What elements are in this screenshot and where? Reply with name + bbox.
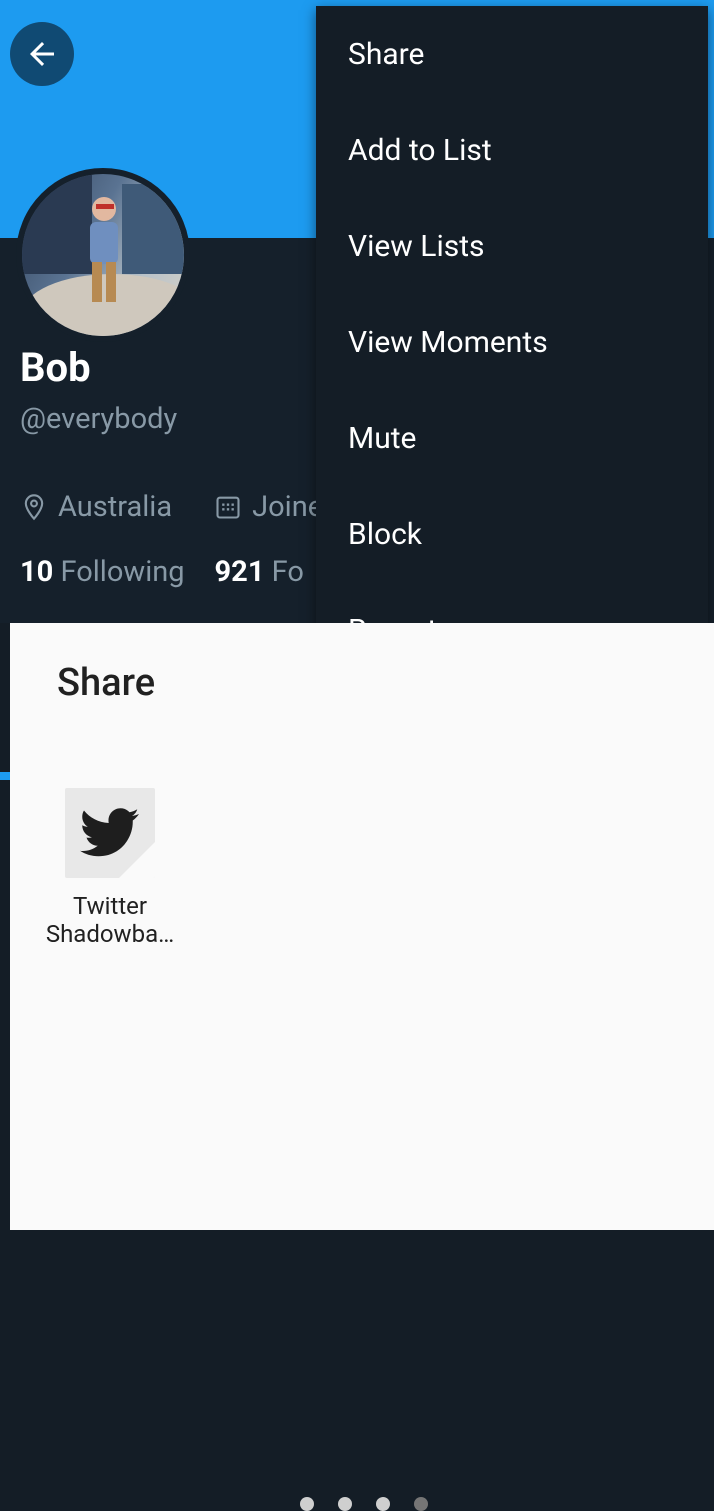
back-button[interactable]	[10, 22, 74, 86]
location-pin-icon	[24, 494, 44, 521]
share-sheet-title: Share	[57, 661, 156, 705]
background-tab-indicator	[0, 772, 10, 780]
profile-handle: @everybody	[20, 402, 178, 436]
page-dot-active[interactable]	[414, 1497, 428, 1511]
follow-stats: 10 Following 921 Fo	[20, 555, 304, 589]
avatar[interactable]	[16, 168, 190, 342]
following-link[interactable]: 10 Following	[20, 555, 185, 589]
arrow-left-icon	[30, 42, 54, 66]
app-label: Twitter Shadowba…	[45, 892, 175, 948]
share-target-twitter-shadowban[interactable]: Twitter Shadowba…	[38, 788, 182, 948]
avatar-image	[22, 174, 184, 336]
menu-item-share[interactable]: Share	[316, 6, 708, 102]
profile-meta: Australia Joined	[20, 490, 339, 524]
menu-item-view-moments[interactable]: View Moments	[316, 294, 708, 390]
followers-link[interactable]: 921 Fo	[215, 555, 304, 589]
app-icon	[65, 788, 155, 878]
menu-item-add-to-list[interactable]: Add to List	[316, 102, 708, 198]
page-dot[interactable]	[338, 1497, 352, 1511]
page-indicator	[300, 1497, 428, 1511]
menu-item-view-lists[interactable]: View Lists	[316, 198, 708, 294]
menu-item-block[interactable]: Block	[316, 486, 708, 582]
menu-item-mute[interactable]: Mute	[316, 390, 708, 486]
background-edge	[0, 623, 10, 1230]
overflow-menu: Share Add to List View Lists View Moment…	[316, 6, 708, 646]
share-sheet: Share Twitter Shadowba…	[10, 623, 714, 1511]
location-text: Australia	[58, 490, 173, 524]
page-dot[interactable]	[300, 1497, 314, 1511]
calendar-icon	[216, 496, 240, 519]
page-dot[interactable]	[376, 1497, 390, 1511]
profile-name: Bob	[20, 344, 91, 391]
